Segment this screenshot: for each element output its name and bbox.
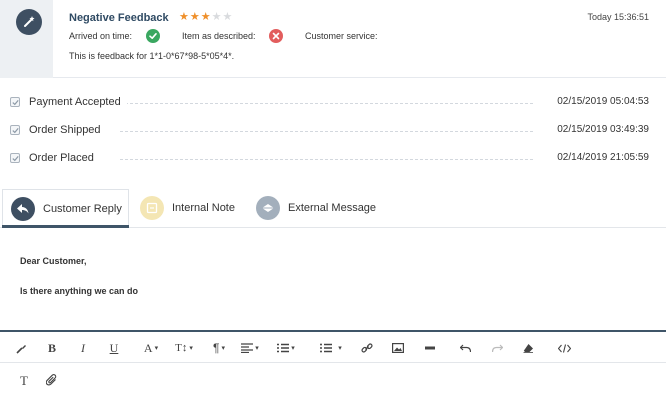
reply-icon bbox=[11, 196, 35, 221]
star-icon: ★ bbox=[179, 11, 189, 23]
text-icon[interactable]: T bbox=[15, 371, 33, 391]
dashed-leader bbox=[120, 159, 533, 160]
reply-editor[interactable]: Dear Customer, Is there anything we can … bbox=[0, 229, 666, 331]
align-icon[interactable]: ▾ bbox=[238, 338, 262, 358]
format-brush-icon[interactable] bbox=[12, 338, 30, 358]
dashed-leader bbox=[120, 131, 533, 132]
undo-icon[interactable] bbox=[456, 338, 474, 358]
item-as-described-label: Item as described: bbox=[182, 31, 256, 41]
checkbox-checked-icon bbox=[10, 97, 20, 107]
feedback-card: Negative Feedback ★ ★ ★ ★ ★ Today 15:36:51 A… bbox=[0, 0, 666, 78]
feedback-text: This is feedback for 1*1-0*67*98-5*05*4*… bbox=[69, 51, 235, 61]
chevron-down-icon: ▾ bbox=[291, 345, 295, 352]
font-size-glyph: T↕ bbox=[175, 342, 188, 354]
tab-customer-reply[interactable]: Customer Reply bbox=[2, 189, 129, 228]
history-date: 02/15/2019 03:49:39 bbox=[557, 124, 649, 135]
history-date: 02/15/2019 05:04:53 bbox=[557, 96, 649, 107]
feedback-criteria: Arrived on time: Item as described: Cust… bbox=[69, 29, 469, 43]
arrived-on-time-label: Arrived on time: bbox=[69, 31, 133, 41]
code-view-icon[interactable] bbox=[554, 338, 574, 358]
note-icon bbox=[140, 196, 164, 220]
chevron-down-icon: ▾ bbox=[221, 345, 225, 352]
underline-icon[interactable]: U bbox=[105, 338, 123, 358]
rating-stars: ★ ★ ★ ★ ★ bbox=[179, 11, 232, 23]
history-date: 02/14/2019 21:05:59 bbox=[557, 152, 649, 163]
chevron-down-icon: ▾ bbox=[189, 344, 193, 352]
unordered-list-icon[interactable]: ▾ bbox=[316, 338, 346, 358]
dashed-leader bbox=[120, 103, 533, 104]
history-row: Order Shipped 02/15/2019 03:49:39 bbox=[0, 122, 666, 138]
history-label: Payment Accepted bbox=[29, 96, 127, 108]
history-label: Order Placed bbox=[29, 152, 100, 164]
reply-tabs: Customer Reply Internal Note External Me… bbox=[0, 188, 666, 228]
checkbox-checked-icon bbox=[10, 125, 20, 135]
chevron-down-icon: ▾ bbox=[338, 345, 342, 352]
tab-label: Internal Note bbox=[172, 202, 235, 214]
star-icon: ★ bbox=[211, 11, 222, 23]
customer-service-label: Customer service: bbox=[305, 31, 378, 41]
font-color-icon[interactable]: A ▾ bbox=[139, 338, 163, 358]
link-icon[interactable] bbox=[358, 338, 376, 358]
tab-label: External Message bbox=[288, 202, 377, 214]
font-size-icon[interactable]: T↕ ▾ bbox=[171, 338, 197, 358]
paragraph-glyph: ¶ bbox=[213, 341, 220, 355]
feedback-title: Negative Feedback bbox=[69, 12, 169, 24]
history-row: Payment Accepted 02/15/2019 05:04:53 bbox=[0, 94, 666, 110]
font-glyph: A bbox=[143, 340, 153, 355]
horizontal-rule-icon[interactable] bbox=[421, 338, 439, 358]
checkbox-checked-icon bbox=[10, 153, 20, 163]
star-icon: ★ bbox=[222, 11, 233, 23]
magic-wand-icon bbox=[16, 9, 42, 35]
chevron-down-icon: ▾ bbox=[154, 344, 159, 352]
check-circle-icon bbox=[146, 29, 160, 43]
history-label: Order Shipped bbox=[29, 124, 107, 136]
paragraph-icon[interactable]: ¶ ▾ bbox=[207, 338, 231, 358]
x-circle-icon bbox=[269, 29, 283, 43]
tab-internal-note[interactable]: Internal Note bbox=[140, 189, 235, 227]
italic-icon[interactable]: I bbox=[74, 338, 92, 358]
history-row: Order Placed 02/14/2019 21:05:59 bbox=[0, 150, 666, 166]
editor-bottom-bar: T bbox=[0, 364, 666, 394]
star-icon: ★ bbox=[189, 11, 200, 23]
editor-line: Is there anything we can do bbox=[20, 286, 139, 296]
tab-label: Customer Reply bbox=[43, 202, 122, 215]
chevron-down-icon: ▾ bbox=[255, 345, 259, 352]
editor-toolbar: B I U A ▾ T↕ ▾ ¶ ▾ ▾ ▾ ▾ bbox=[0, 330, 666, 363]
ordered-list-icon[interactable]: ▾ bbox=[274, 338, 298, 358]
redo-icon[interactable] bbox=[488, 338, 506, 358]
feedback-gutter bbox=[0, 0, 53, 78]
tab-external-message[interactable]: External Message bbox=[256, 189, 376, 227]
bold-icon[interactable]: B bbox=[43, 338, 61, 358]
external-message-icon bbox=[256, 196, 280, 220]
star-icon: ★ bbox=[200, 11, 211, 23]
attachment-icon[interactable] bbox=[43, 370, 61, 390]
editor-line: Dear Customer, bbox=[20, 256, 87, 266]
feedback-timestamp: Today 15:36:51 bbox=[587, 12, 649, 22]
image-icon[interactable] bbox=[389, 338, 407, 358]
eraser-icon[interactable] bbox=[519, 338, 537, 358]
